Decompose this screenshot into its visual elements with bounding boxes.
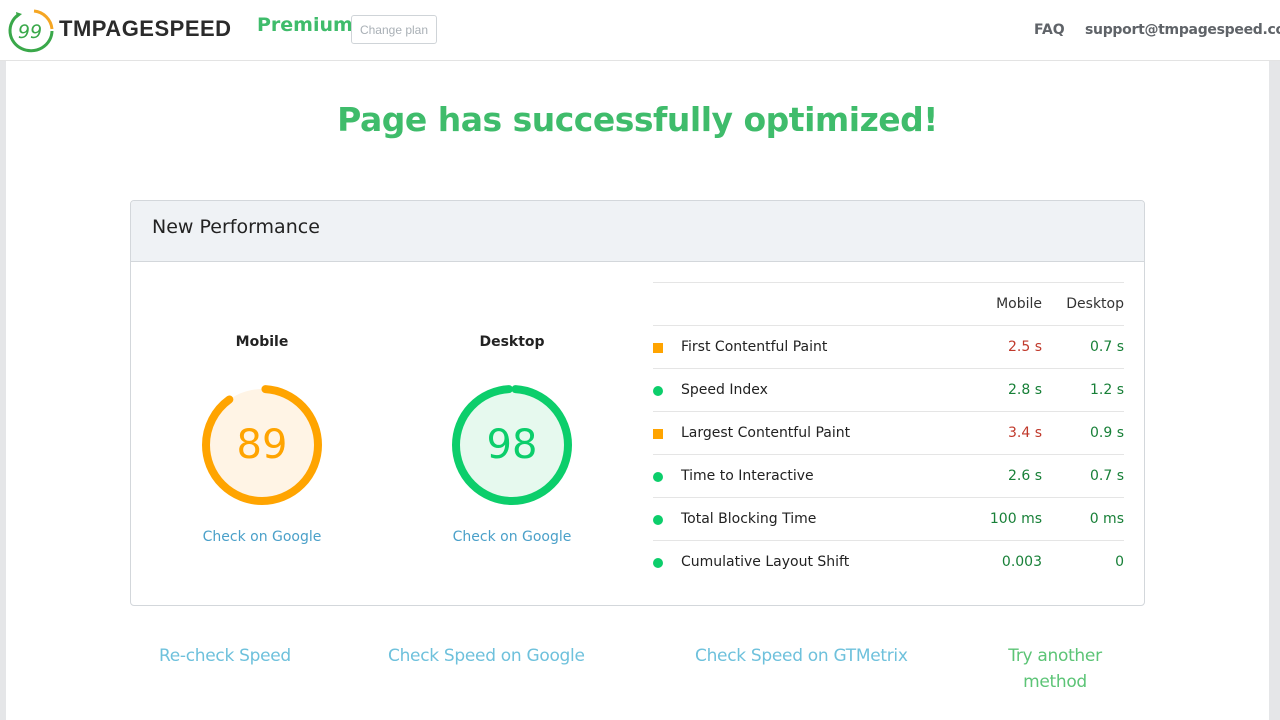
warning-square-icon [653,429,663,439]
recheck-speed-link[interactable]: Re-check Speed [159,643,291,669]
score-value: 98 [486,422,538,468]
metric-row: Cumulative Layout Shift 0.003 0 [653,541,1124,584]
pass-circle-icon [653,472,663,482]
metrics-header-row: Mobile Desktop [653,283,1124,326]
metric-mobile-value: 100 ms [989,511,1042,527]
check-speed-google-link[interactable]: Check Speed on Google [388,643,585,669]
column-header-desktop: Desktop [1066,296,1124,312]
logo[interactable]: 99 TMPAGESPEED [4,7,232,53]
metric-desktop-value: 0.7 s [1089,468,1124,484]
mobile-score-panel: Mobile 89 Check on Google [162,334,362,545]
score-value: 89 [236,422,288,468]
performance-card: New Performance Mobile 89 Check on Googl… [130,200,1145,606]
plan-name: Premium [257,14,353,36]
change-plan-button[interactable]: Change plan [351,15,437,44]
logo-text: TMPAGESPEED [59,16,232,41]
metric-label: Time to Interactive [681,468,814,484]
metric-mobile-value: 2.8 s [1007,382,1042,398]
metric-row: First Contentful Paint 2.5 s 0.7 s [653,326,1124,369]
check-on-google-link[interactable]: Check on Google [453,529,572,545]
metrics-table: Mobile Desktop First Contentful Paint 2.5… [653,282,1124,584]
logo-gauge-icon: 99 [4,7,56,53]
nav-faq-link[interactable]: FAQ [1034,22,1065,38]
column-header-mobile: Mobile [996,296,1042,312]
metric-desktop-value: 0 [1115,554,1124,570]
page-gutter-left [0,61,6,720]
warning-square-icon [653,343,663,353]
metric-desktop-value: 0 ms [1089,511,1124,527]
metric-label: First Contentful Paint [681,339,828,355]
score-title: Desktop [479,334,545,350]
card-title: New Performance [131,201,1144,262]
score-title: Mobile [235,334,289,350]
score-gauge: 89 [200,383,324,507]
score-gauge: 98 [450,383,574,507]
metric-mobile-value: 2.5 s [1007,339,1042,355]
metric-row: Speed Index 2.8 s 1.2 s [653,369,1124,412]
metric-label: Largest Contentful Paint [681,425,851,441]
pass-circle-icon [653,558,663,568]
metric-row: Time to Interactive 2.6 s 0.7 s [653,455,1124,498]
metric-row: Largest Contentful Paint 3.4 s 0.9 s [653,412,1124,455]
metric-desktop-value: 0.7 s [1089,339,1124,355]
check-speed-gtmetrix-link[interactable]: Check Speed on GTMetrix [695,643,908,669]
metric-label: Cumulative Layout Shift [681,554,850,570]
metric-desktop-value: 1.2 s [1089,382,1124,398]
nav-support-email-link[interactable]: support@tmpagespeed.com [1085,22,1280,38]
logo-number: 99 [18,21,42,43]
desktop-score-panel: Desktop 98 Check on Google [412,334,612,545]
top-navbar: 99 TMPAGESPEED Premium Change plan FAQ s… [0,0,1280,61]
success-headline: Page has successfully optimized! [337,100,938,139]
metric-mobile-value: 2.6 s [1007,468,1042,484]
metric-mobile-value: 3.4 s [1007,425,1042,441]
metric-label: Speed Index [681,382,768,398]
pass-circle-icon [653,515,663,525]
pass-circle-icon [653,386,663,396]
page-scrollbar[interactable] [1269,61,1280,720]
metric-label: Total Blocking Time [681,511,817,527]
metric-row: Total Blocking Time 100 ms 0 ms [653,498,1124,541]
try-another-method-link[interactable]: Try another method [1000,643,1110,695]
metric-desktop-value: 0.9 s [1089,425,1124,441]
check-on-google-link[interactable]: Check on Google [203,529,322,545]
metric-mobile-value: 0.003 [1001,554,1042,570]
